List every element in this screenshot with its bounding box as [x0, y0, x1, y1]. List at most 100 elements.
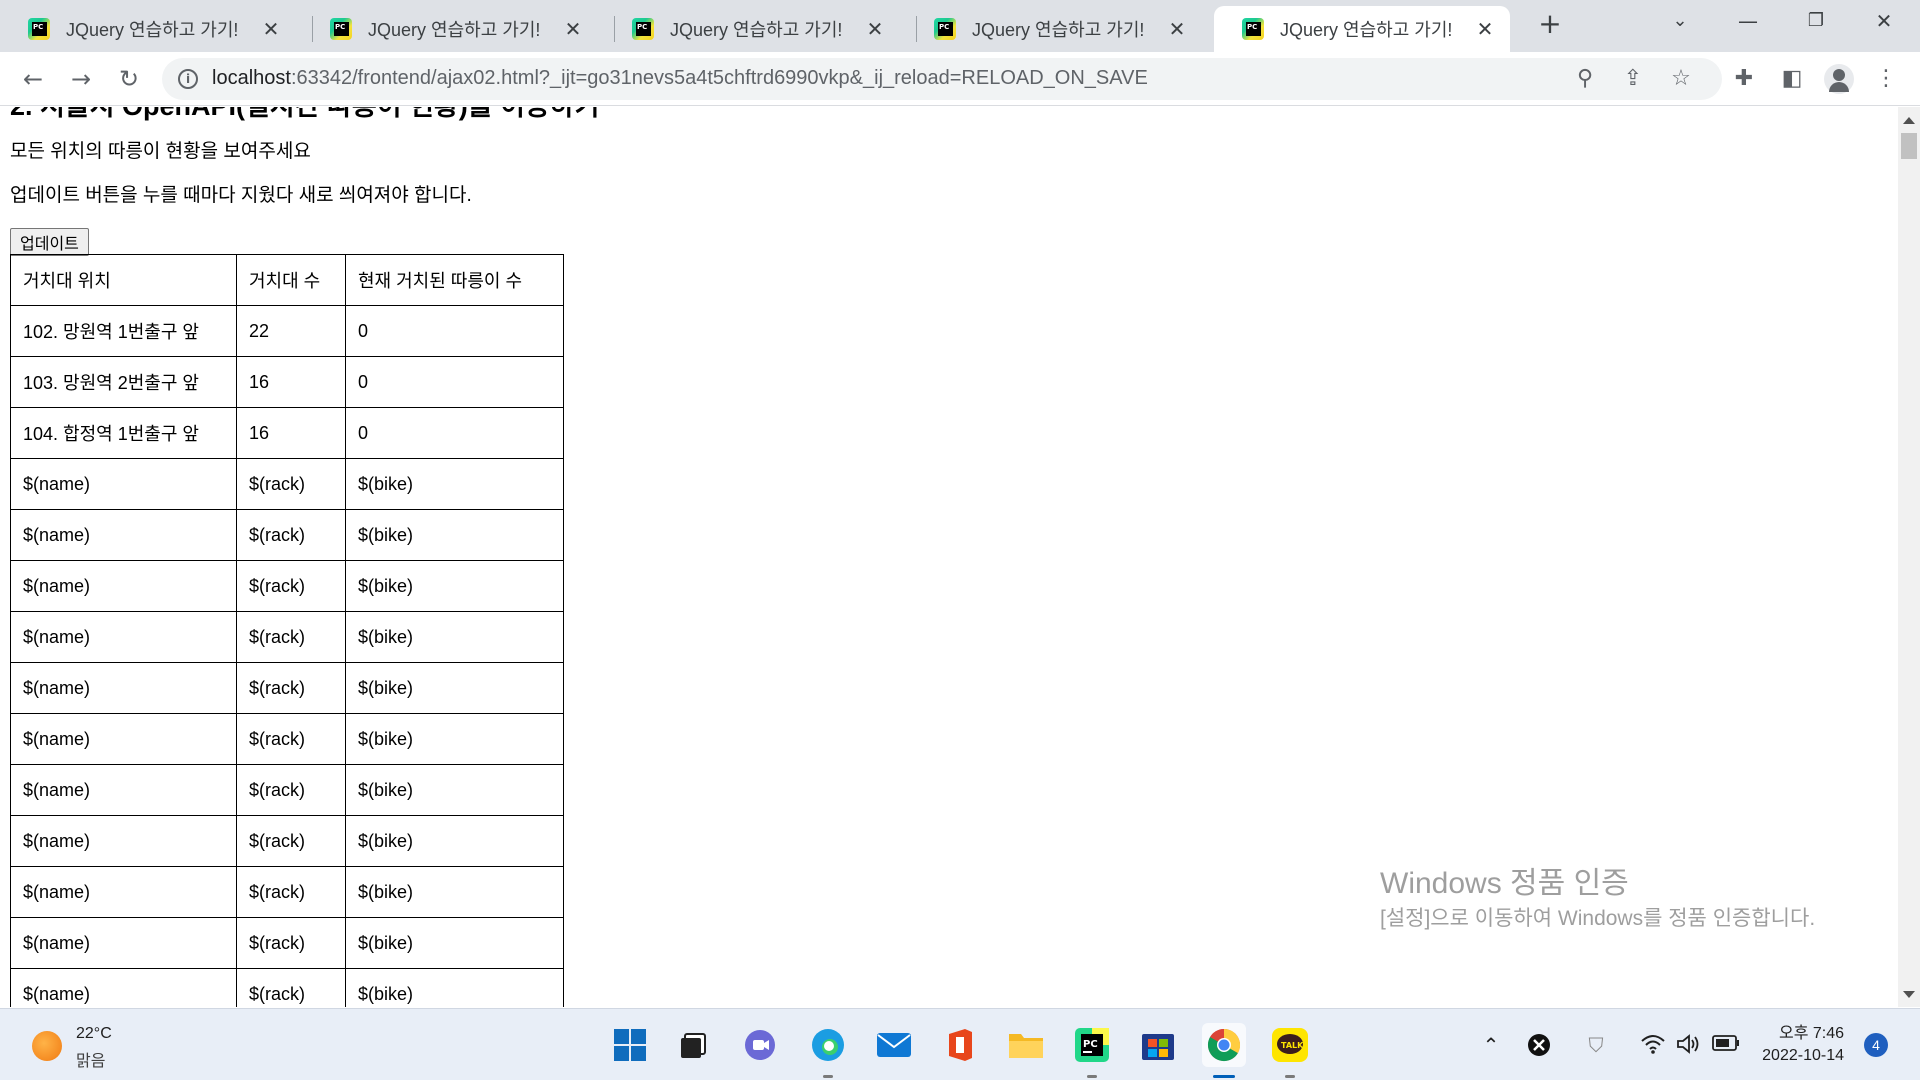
- bike-count-cell: $(bike): [345, 560, 564, 612]
- notification-count-badge[interactable]: 4: [1864, 1033, 1888, 1057]
- file-explorer-folder-icon[interactable]: [1006, 1025, 1046, 1065]
- bike-count-cell: $(bike): [345, 764, 564, 816]
- pycharm-favicon-icon: [632, 18, 654, 40]
- more-menu-icon[interactable]: ⋮: [1872, 65, 1900, 93]
- update-button[interactable]: 업데이트: [10, 228, 89, 256]
- microsoft-store-icon[interactable]: [1138, 1025, 1178, 1065]
- pycharm-favicon-icon: [934, 18, 956, 40]
- browser-tab-1[interactable]: JQuery 연습하고 가기! ✕: [0, 6, 296, 52]
- task-view-icon[interactable]: [674, 1025, 714, 1065]
- mail-icon[interactable]: [874, 1025, 914, 1065]
- app-tray-x-icon[interactable]: [1526, 1033, 1552, 1062]
- browser-tab-4[interactable]: JQuery 연습하고 가기! ✕: [906, 6, 1202, 52]
- extensions-puzzle-icon[interactable]: ✚: [1730, 65, 1758, 93]
- station-name-cell: $(name): [10, 713, 237, 765]
- table-row: $(name) $(rack) $(bike): [10, 764, 564, 816]
- vpn-shield-icon[interactable]: ⛉: [1584, 1033, 1608, 1057]
- rack-count-cell: 16: [236, 356, 346, 408]
- vertical-scrollbar[interactable]: [1898, 107, 1920, 1007]
- windows-activation-watermark: Windows 정품 인증 [설정]으로 이동하여 Windows를 정품 인증…: [1380, 864, 1870, 933]
- share-icon[interactable]: ⇪: [1620, 66, 1646, 92]
- scrollbar-thumb[interactable]: [1901, 133, 1917, 159]
- browser-tab-5-active[interactable]: JQuery 연습하고 가기! ✕: [1214, 6, 1510, 52]
- url-text[interactable]: localhost:63342/frontend/ajax02.html?_ij…: [212, 67, 1148, 90]
- running-indicator: [823, 1075, 833, 1078]
- show-hidden-icons-chevron-up-icon[interactable]: ⌃: [1480, 1033, 1502, 1057]
- pycharm-favicon-icon: [1242, 18, 1264, 40]
- site-info-icon[interactable]: i: [178, 69, 198, 89]
- tab-search-chevron-down-icon[interactable]: ⌄: [1652, 0, 1708, 42]
- table-row: $(name) $(rack) $(bike): [10, 509, 564, 561]
- rack-count-cell: $(rack): [236, 917, 346, 969]
- close-tab-icon[interactable]: ✕: [1474, 18, 1496, 40]
- rack-count-cell: 22: [236, 305, 346, 357]
- address-bar[interactable]: i localhost:63342/frontend/ajax02.html?_…: [162, 58, 1722, 100]
- back-arrow-icon[interactable]: ←: [16, 62, 50, 96]
- system-clock[interactable]: 오후 7:46 2022-10-14: [1740, 1023, 1844, 1067]
- restore-button[interactable]: ❐: [1788, 0, 1844, 42]
- side-panel-icon[interactable]: ◧: [1778, 65, 1806, 93]
- bike-count-cell: $(bike): [345, 713, 564, 765]
- start-windows-icon[interactable]: [610, 1025, 650, 1065]
- page-content: 2. 서울시 OpenAPI(실시간 따릉이 현황)를 이용하기 모든 위치의 …: [10, 107, 599, 1007]
- rack-count-cell: $(rack): [236, 509, 346, 561]
- close-tab-icon[interactable]: ✕: [864, 18, 886, 40]
- rack-count-cell: $(rack): [236, 713, 346, 765]
- watermark-title: Windows 정품 인증: [1380, 867, 1629, 900]
- station-name-cell: $(name): [10, 968, 237, 1007]
- rack-count-cell: $(rack): [236, 662, 346, 714]
- browser-tab-2[interactable]: JQuery 연습하고 가기! ✕: [302, 6, 598, 52]
- windows-taskbar: 22°C 맑음 PC TALK ⌃ ⛉ 오후 7:46 2022-10-14 4: [0, 1008, 1920, 1080]
- pycharm-favicon-icon: [330, 18, 352, 40]
- table-header-row: 거치대 위치 거치대 수 현재 거치된 따릉이 수: [10, 254, 564, 306]
- table-row: $(name) $(rack) $(bike): [10, 713, 564, 765]
- close-tab-icon[interactable]: ✕: [1166, 18, 1188, 40]
- volume-speaker-icon[interactable]: [1676, 1033, 1702, 1060]
- office-icon[interactable]: [940, 1025, 980, 1065]
- url-host: localhost: [212, 67, 291, 89]
- rack-count-cell: $(rack): [236, 866, 346, 918]
- scroll-up-arrow-icon[interactable]: [1903, 117, 1915, 124]
- station-name-cell: $(name): [10, 662, 237, 714]
- window-close-button[interactable]: ✕: [1856, 0, 1912, 42]
- tab-title: JQuery 연습하고 가기!: [972, 20, 1145, 40]
- description-line-2: 업데이트 버튼을 누를 때마다 지웠다 새로 씌여져야 합니다.: [10, 185, 472, 206]
- bike-count-cell: $(bike): [345, 917, 564, 969]
- bike-count-cell: $(bike): [345, 458, 564, 510]
- new-tab-button[interactable]: +: [1536, 10, 1564, 38]
- browser-tab-3[interactable]: JQuery 연습하고 가기! ✕: [604, 6, 900, 52]
- svg-text:TALK: TALK: [1281, 1041, 1304, 1050]
- table-row: $(name) $(rack) $(bike): [10, 968, 564, 1007]
- weather-temperature[interactable]: 22°C: [76, 1025, 112, 1043]
- profile-avatar-icon[interactable]: [1824, 64, 1854, 94]
- rack-count-cell: $(rack): [236, 968, 346, 1007]
- forward-arrow-icon[interactable]: →: [64, 62, 98, 96]
- bookmark-star-icon[interactable]: ☆: [1668, 66, 1694, 92]
- close-tab-icon[interactable]: ✕: [562, 18, 584, 40]
- clock-date: 2022-10-14: [1762, 1047, 1844, 1064]
- pycharm-app-icon[interactable]: PC: [1072, 1025, 1112, 1065]
- reload-icon[interactable]: ↻: [112, 62, 146, 96]
- close-tab-icon[interactable]: ✕: [260, 18, 282, 40]
- table-row: $(name) $(rack) $(bike): [10, 917, 564, 969]
- scroll-down-arrow-icon[interactable]: [1903, 991, 1915, 998]
- wifi-icon[interactable]: [1640, 1033, 1666, 1060]
- weather-sun-icon[interactable]: [32, 1031, 62, 1061]
- chrome-browser-icon[interactable]: [1202, 1023, 1246, 1067]
- bike-count-cell: $(bike): [345, 815, 564, 867]
- running-indicator: [1087, 1075, 1097, 1078]
- battery-icon[interactable]: [1712, 1033, 1740, 1057]
- edge-browser-icon[interactable]: [808, 1025, 848, 1065]
- bike-count-cell: $(bike): [345, 968, 564, 1007]
- tab-title: JQuery 연습하고 가기!: [66, 20, 239, 40]
- zoom-icon[interactable]: ⚲: [1572, 66, 1598, 92]
- teams-chat-icon[interactable]: [740, 1025, 780, 1065]
- tab-title: JQuery 연습하고 가기!: [1280, 20, 1453, 40]
- minimize-button[interactable]: —: [1720, 0, 1776, 42]
- table-row: $(name) $(rack) $(bike): [10, 815, 564, 867]
- table-row: $(name) $(rack) $(bike): [10, 458, 564, 510]
- kakaotalk-icon[interactable]: TALK: [1270, 1025, 1310, 1065]
- weather-description[interactable]: 맑음: [76, 1047, 105, 1071]
- tab-strip: JQuery 연습하고 가기! ✕ JQuery 연습하고 가기! ✕ JQue…: [0, 0, 1920, 52]
- svg-text:PC: PC: [1083, 1039, 1098, 1050]
